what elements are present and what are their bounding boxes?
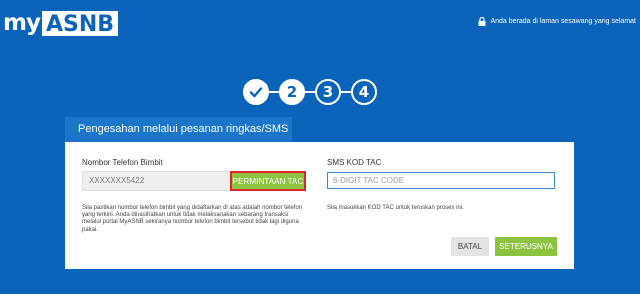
step-connector [305,91,315,93]
progress-steps: 2 3 4 [243,79,377,105]
request-tac-button[interactable]: PERMINTAAN TAC [230,171,306,191]
request-tac-label: PERMINTAAN TAC [232,176,304,186]
card-title: Pengesahan melalui pesanan ringkas/SMS [65,117,292,142]
step-3: 3 [315,79,341,105]
step-connector [341,91,351,93]
step-2: 2 [279,79,305,105]
tac-help-text: Sila masukkan KOD TAC untuk teruskan pro… [327,205,464,211]
logo-my-text: my [3,10,41,36]
check-icon [249,87,263,98]
step-connector [269,91,279,93]
phone-help-text: Sila pastikan nombor telefon bimbit yang… [82,205,303,233]
secure-notice-text: Anda berada di laman sesawang yang selam… [490,18,636,25]
step-4: 4 [351,79,377,105]
sms-verification-card: Nombor Telefon Bimbit XXXXXXX5422 PERMIN… [65,142,574,269]
next-button[interactable]: SETERUSNYA [495,237,557,256]
secure-notice: Anda berada di laman sesawang yang selam… [478,17,636,26]
tac-label: SMS KOD TAC [327,158,382,167]
step-1 [243,79,269,105]
myasnb-logo[interactable]: my ASNB [3,10,132,37]
phone-number-field: XXXXXXX5422 [82,171,232,191]
cancel-button[interactable]: BATAL [451,237,489,256]
lock-icon [478,17,486,26]
tac-code-input[interactable] [327,172,555,189]
logo-brand-text: ASNB [41,11,119,37]
phone-label: Nombor Telefon Bimbit [82,158,163,167]
